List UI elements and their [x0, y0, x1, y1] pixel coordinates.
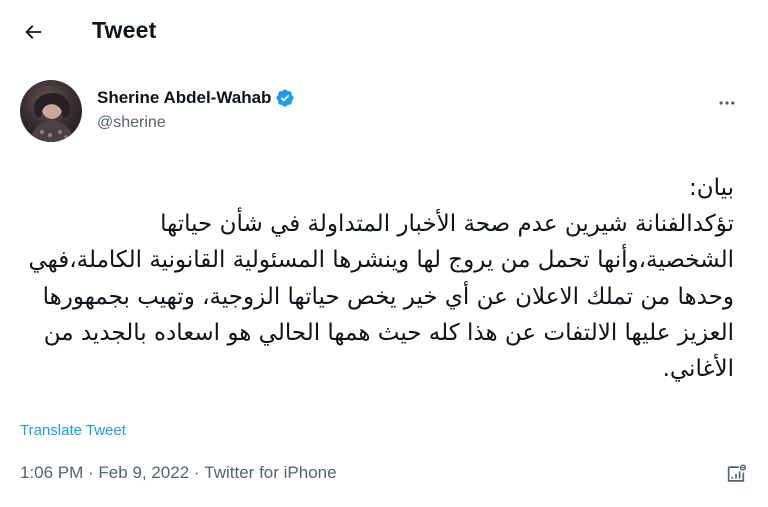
analytics-icon	[727, 464, 746, 482]
tweet-text: بيان: تؤكدالفنانة شيرين عدم صحة الأخبار …	[28, 175, 734, 383]
avatar[interactable]	[20, 80, 82, 142]
tweet-metadata: 1:06 PM · Feb 9, 2022 · Twitter for iPho…	[20, 463, 337, 483]
tweet-source[interactable]: Twitter for iPhone	[204, 463, 336, 483]
more-options-button[interactable]	[710, 86, 744, 120]
analytics-button[interactable]	[722, 460, 750, 488]
author-name-link[interactable]: Sherine Abdel-Wahab	[97, 88, 295, 108]
translate-tweet-link[interactable]: Translate Tweet	[20, 422, 126, 439]
meta-separator: ·	[83, 463, 99, 482]
author-handle[interactable]: @sherine	[97, 114, 166, 132]
back-button[interactable]	[14, 13, 52, 51]
tweet-header: Tweet	[0, 0, 768, 66]
more-dots-icon	[719, 101, 735, 105]
tweet-time[interactable]: 1:06 PM	[20, 463, 83, 483]
meta-separator: ·	[189, 463, 205, 482]
tweet-author: Sherine Abdel-Wahab @sherine	[20, 80, 748, 146]
arrow-left-icon	[25, 25, 42, 39]
tweet-date[interactable]: Feb 9, 2022	[98, 463, 189, 483]
verified-badge-icon	[275, 88, 295, 108]
page-title: Tweet	[92, 17, 157, 43]
author-name: Sherine Abdel-Wahab	[97, 88, 272, 107]
